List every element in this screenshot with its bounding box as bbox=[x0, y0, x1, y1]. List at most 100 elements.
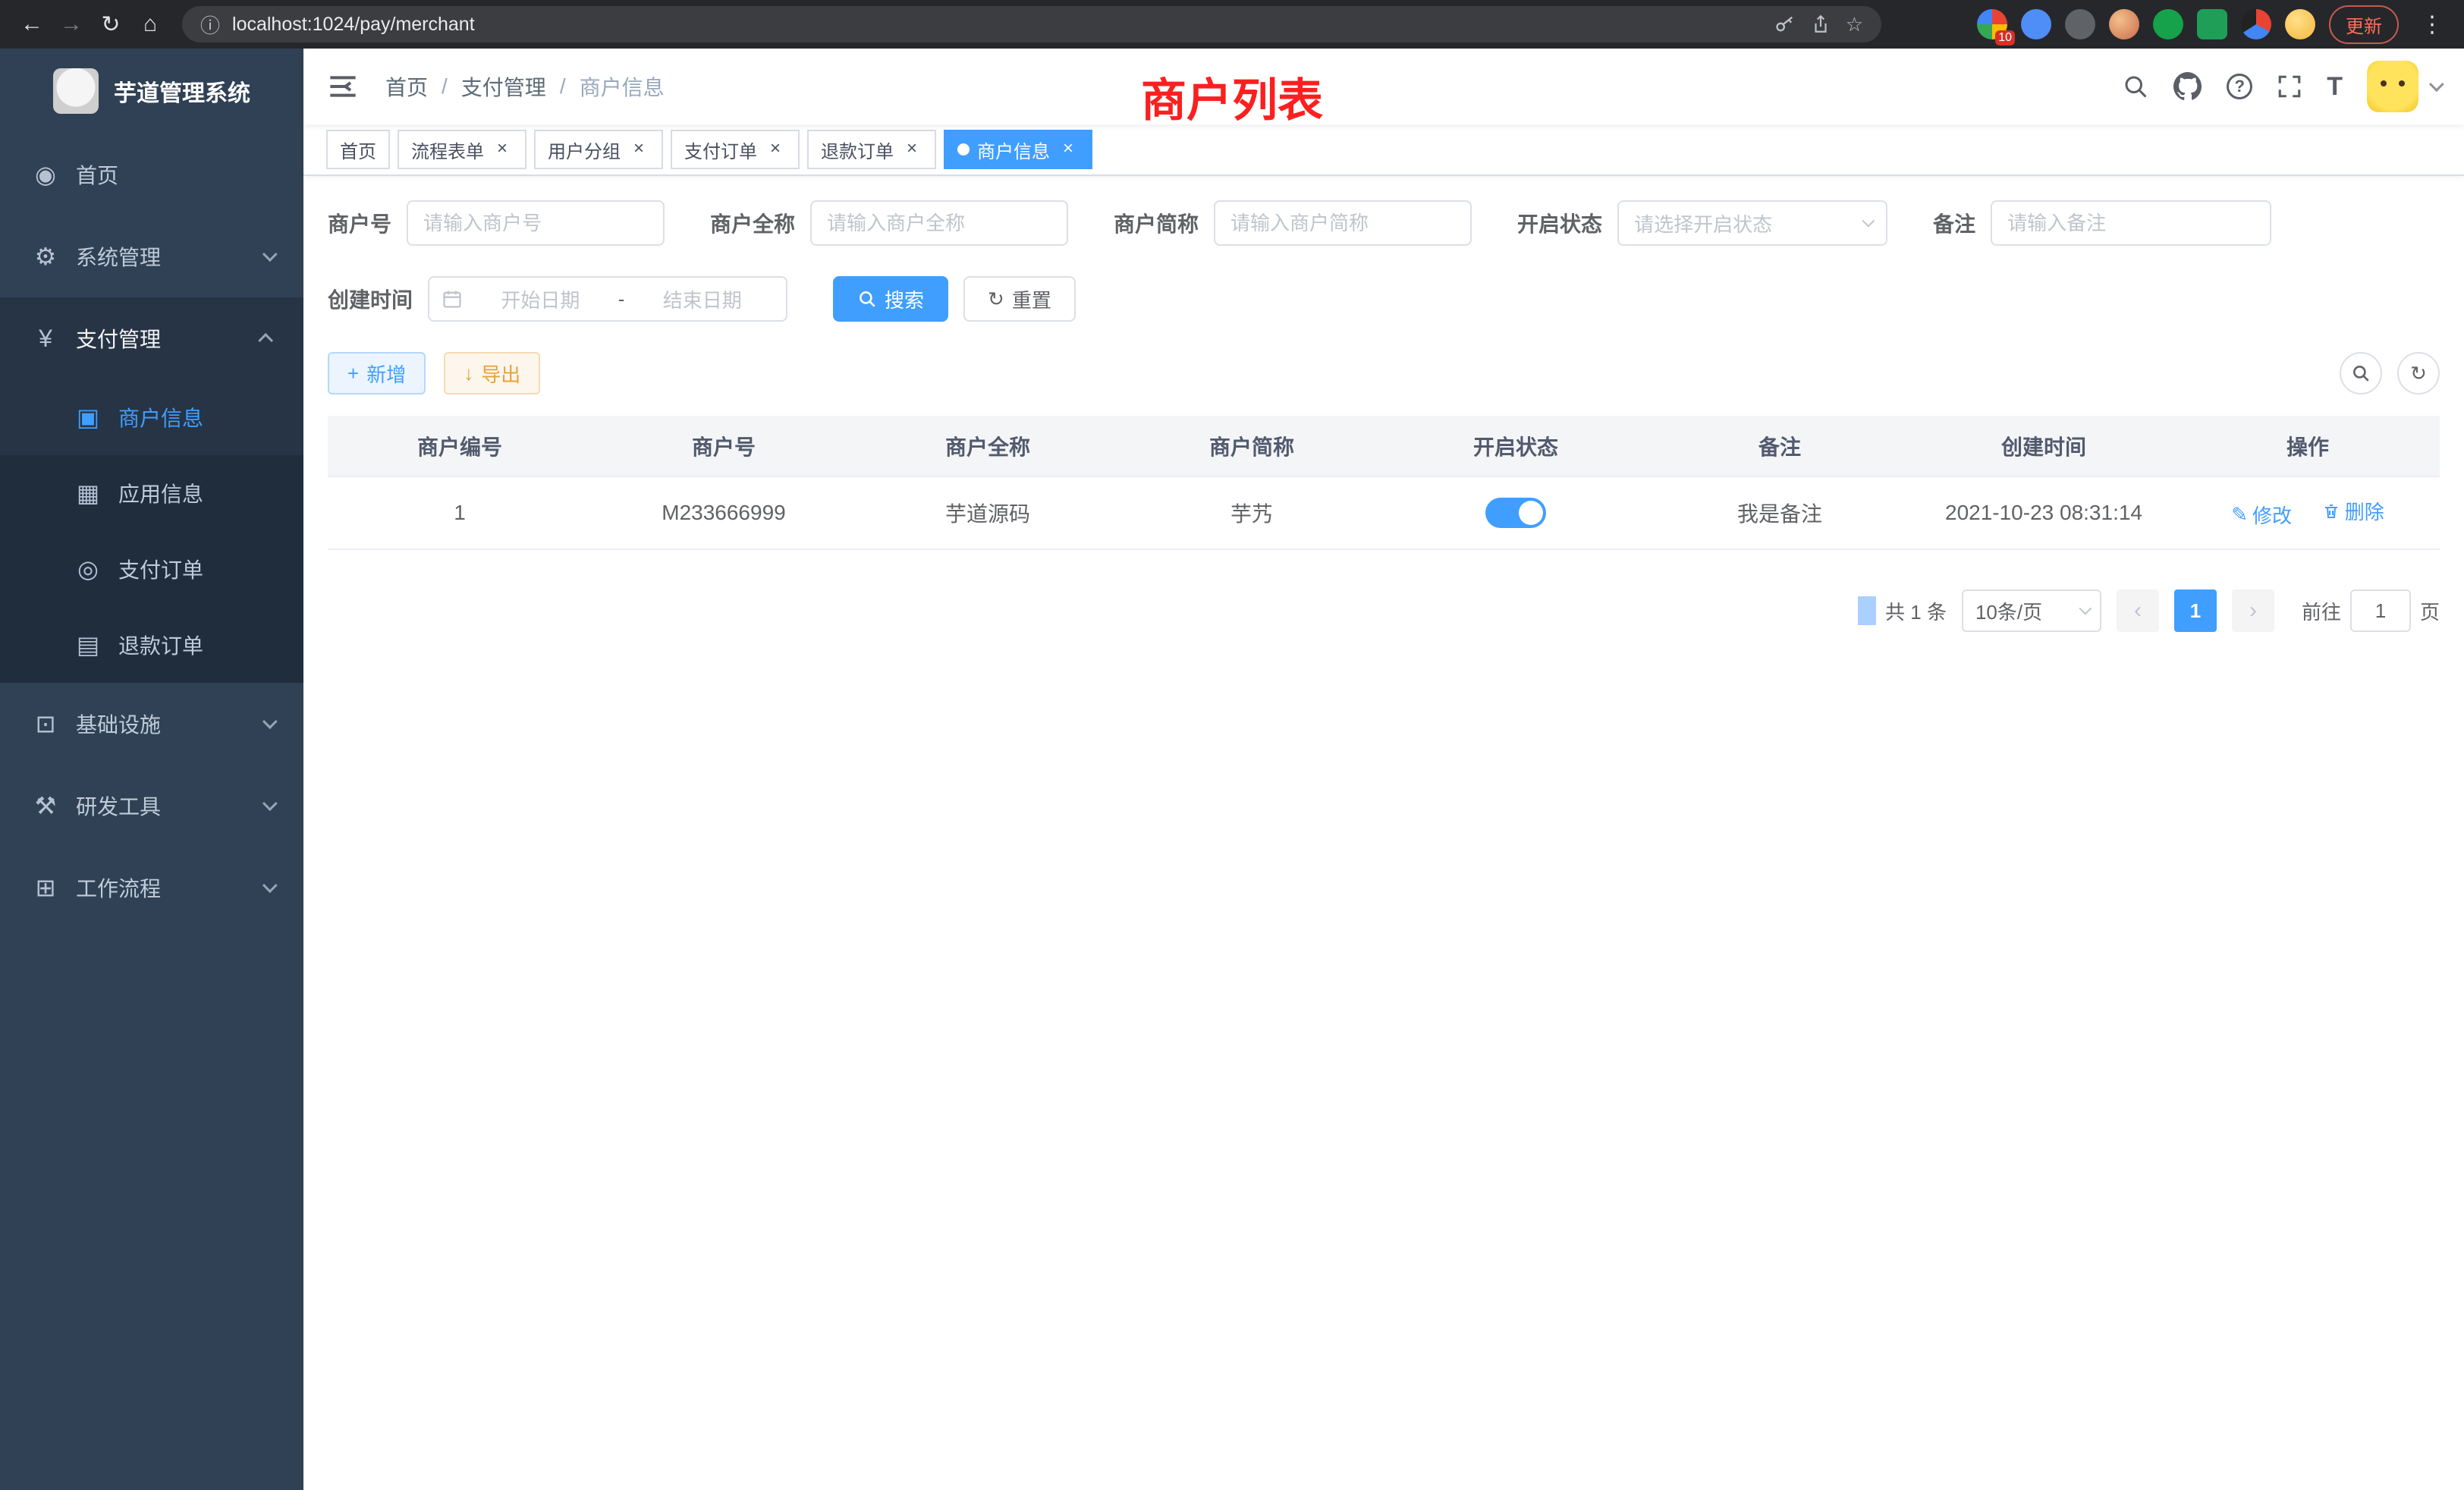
reload-icon[interactable]: ↻ bbox=[91, 5, 130, 44]
prev-page-button[interactable]: ‹ bbox=[2117, 589, 2159, 632]
cell-short-name: 芋艿 bbox=[1120, 476, 1384, 549]
sidebar-item-pay-order[interactable]: ◎ 支付订单 bbox=[0, 531, 303, 607]
fullscreen-icon[interactable] bbox=[2277, 74, 2302, 99]
sidebar-item-workflow[interactable]: ⊞ 工作流程 bbox=[0, 847, 303, 929]
browser-menu-icon[interactable]: ⋮ bbox=[2412, 5, 2452, 44]
app-logo-row[interactable]: 芋道管理系统 bbox=[0, 49, 303, 134]
tab-label: 首页 bbox=[340, 137, 376, 163]
extension-icon-2[interactable] bbox=[2021, 9, 2051, 39]
hamburger-icon[interactable] bbox=[328, 70, 361, 103]
status-select[interactable]: 请选择开启状态 bbox=[1617, 200, 1887, 246]
sidebar-item-system[interactable]: ⚙ 系统管理 bbox=[0, 215, 303, 297]
add-button[interactable]: + 新增 bbox=[328, 352, 426, 395]
sidebar-item-refund-order[interactable]: ▤ 退款订单 bbox=[0, 607, 303, 683]
cell-remark: 我是备注 bbox=[1648, 476, 1912, 549]
chevron-down-icon bbox=[2079, 602, 2092, 615]
user-menu[interactable] bbox=[2367, 61, 2440, 112]
tab-merchant-info[interactable]: 商户信息 × bbox=[944, 130, 1092, 169]
close-icon[interactable]: × bbox=[1058, 139, 1079, 160]
sidebar-item-label: 支付管理 bbox=[76, 323, 161, 354]
extension-icon-1[interactable]: 10 bbox=[1977, 9, 2007, 39]
sidebar-item-devtools[interactable]: ⚒ 研发工具 bbox=[0, 765, 303, 847]
chevron-down-icon bbox=[262, 714, 278, 729]
extension-icon-5[interactable] bbox=[2153, 9, 2183, 39]
font-size-icon[interactable]: T bbox=[2327, 72, 2343, 102]
close-icon[interactable]: × bbox=[628, 139, 649, 160]
bookmark-star-icon[interactable]: ☆ bbox=[1846, 13, 1863, 36]
forward-icon[interactable]: → bbox=[52, 5, 91, 44]
tab-pay-order[interactable]: 支付订单 × bbox=[671, 130, 800, 169]
url-text[interactable]: localhost:1024/pay/merchant bbox=[232, 14, 475, 36]
refresh-icon: ↻ bbox=[2410, 362, 2427, 385]
page-number-1[interactable]: 1 bbox=[2174, 589, 2217, 632]
site-info-icon[interactable]: ⓘ bbox=[200, 11, 220, 39]
filter-label: 商户简称 bbox=[1114, 208, 1199, 238]
breadcrumb-home[interactable]: 首页 bbox=[385, 71, 428, 102]
sidebar-item-merchant-info[interactable]: ▣ 商户信息 bbox=[0, 379, 303, 455]
home-icon[interactable]: ⌂ bbox=[130, 5, 170, 44]
full-name-input[interactable] bbox=[810, 200, 1068, 246]
tab-user-group[interactable]: 用户分组 × bbox=[534, 130, 663, 169]
sidebar-item-app-info[interactable]: ▦ 应用信息 bbox=[0, 455, 303, 531]
export-button[interactable]: ↓ 导出 bbox=[444, 352, 540, 395]
extension-icon-6[interactable] bbox=[2197, 9, 2227, 39]
search-button[interactable]: 搜索 bbox=[833, 276, 948, 322]
filter-label: 开启状态 bbox=[1517, 208, 1602, 238]
merchant-table: 商户编号 商户号 商户全称 商户简称 开启状态 备注 创建时间 操作 1 bbox=[328, 416, 2440, 550]
tab-process-form[interactable]: 流程表单 × bbox=[398, 130, 526, 169]
yen-icon: ¥ bbox=[27, 325, 64, 353]
close-icon[interactable]: × bbox=[765, 139, 786, 160]
browser-profile-avatar[interactable] bbox=[2285, 9, 2315, 39]
tab-label: 用户分组 bbox=[548, 137, 621, 163]
password-key-icon[interactable] bbox=[1774, 14, 1796, 35]
toggle-search-button[interactable] bbox=[2340, 352, 2382, 395]
next-page-button[interactable]: › bbox=[2232, 589, 2274, 632]
merchant-no-input[interactable] bbox=[407, 200, 665, 246]
header-search-icon[interactable] bbox=[2122, 73, 2149, 100]
col-full-name: 商户全称 bbox=[856, 416, 1120, 476]
trash-icon bbox=[2322, 501, 2340, 521]
browser-toolbar: ← → ↻ ⌂ ⓘ localhost:1024/pay/merchant ☆ … bbox=[0, 0, 2464, 49]
sidebar-item-home[interactable]: ◉ 首页 bbox=[0, 134, 303, 215]
calendar-icon bbox=[442, 288, 463, 310]
reset-button[interactable]: ↻ 重置 bbox=[963, 276, 1076, 322]
merchant-card-icon: ▣ bbox=[70, 403, 106, 432]
devtools-icon: ⚒ bbox=[27, 791, 64, 820]
github-icon[interactable] bbox=[2173, 72, 2202, 101]
app-title: 芋道管理系统 bbox=[114, 74, 250, 108]
goto-page-input[interactable] bbox=[2350, 589, 2411, 632]
sidebar-item-payment[interactable]: ¥ 支付管理 bbox=[0, 297, 303, 379]
infrastructure-icon: ⊡ bbox=[27, 709, 64, 738]
address-bar[interactable]: ⓘ localhost:1024/pay/merchant ☆ bbox=[182, 6, 1881, 42]
close-icon[interactable]: × bbox=[901, 139, 922, 160]
filter-full-name: 商户全称 bbox=[710, 200, 1068, 246]
workflow-icon: ⊞ bbox=[27, 873, 64, 902]
refresh-table-button[interactable]: ↻ bbox=[2397, 352, 2440, 395]
col-create-time: 创建时间 bbox=[1912, 416, 2176, 476]
cell-actions: ✎ 修改 删除 bbox=[2176, 476, 2440, 549]
sidebar-item-label: 应用信息 bbox=[118, 478, 203, 508]
extension-icon-3[interactable] bbox=[2065, 9, 2095, 39]
extension-icon-7[interactable] bbox=[2241, 9, 2271, 39]
chevron-down-icon bbox=[262, 247, 278, 262]
sidebar-item-infrastructure[interactable]: ⊡ 基础设施 bbox=[0, 683, 303, 765]
create-time-range-picker[interactable]: 开始日期 - 结束日期 bbox=[428, 276, 787, 322]
share-icon[interactable] bbox=[1811, 14, 1831, 35]
tab-home[interactable]: 首页 bbox=[326, 130, 390, 169]
remark-input[interactable] bbox=[1991, 200, 2271, 246]
help-icon[interactable]: ? bbox=[2227, 74, 2252, 99]
close-icon[interactable]: × bbox=[492, 139, 513, 160]
search-icon bbox=[857, 289, 877, 309]
edit-link[interactable]: ✎ 修改 bbox=[2231, 501, 2292, 529]
sidebar-item-label: 商户信息 bbox=[118, 402, 203, 432]
breadcrumb-payment[interactable]: 支付管理 bbox=[461, 71, 546, 102]
tab-refund-order[interactable]: 退款订单 × bbox=[807, 130, 936, 169]
page-size-select[interactable]: 10条/页 bbox=[1962, 589, 2101, 632]
short-name-input[interactable] bbox=[1214, 200, 1472, 246]
status-toggle[interactable] bbox=[1485, 498, 1546, 528]
extension-icon-4[interactable] bbox=[2109, 9, 2139, 39]
browser-update-button[interactable]: 更新 bbox=[2329, 5, 2399, 44]
back-icon[interactable]: ← bbox=[12, 5, 52, 44]
col-status: 开启状态 bbox=[1384, 416, 1648, 476]
delete-link[interactable]: 删除 bbox=[2322, 497, 2384, 525]
